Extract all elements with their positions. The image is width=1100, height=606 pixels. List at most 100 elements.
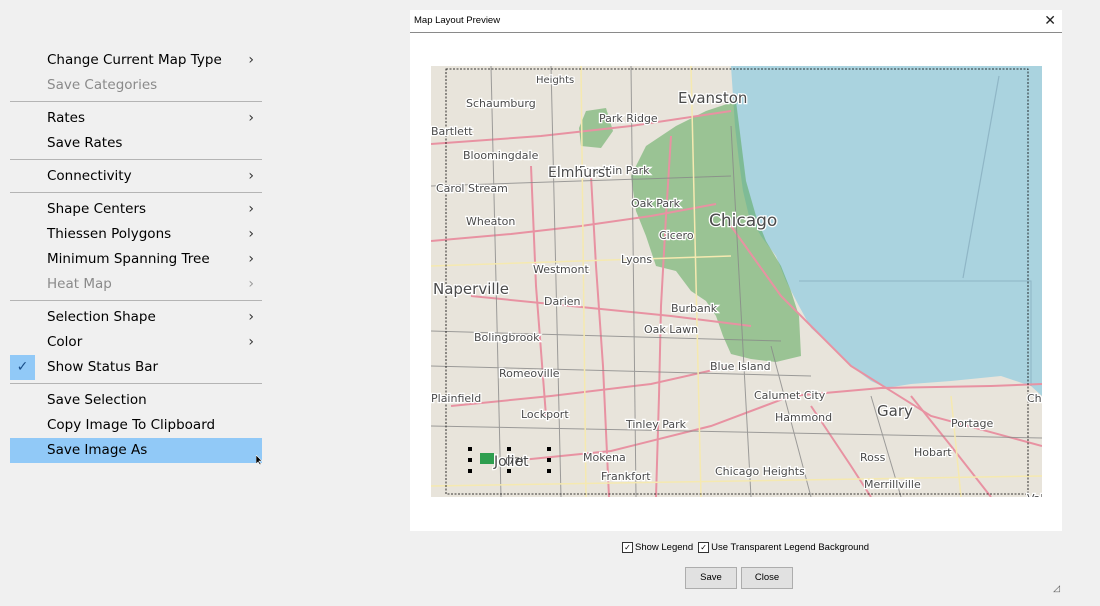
- transparent-legend-option[interactable]: ✓ Use Transparent Legend Background: [698, 541, 870, 553]
- map-place-label: Portage: [951, 417, 994, 430]
- menu-item-label: Change Current Map Type: [47, 52, 222, 68]
- map-place-label: Bolingbrook: [474, 331, 540, 344]
- show-legend-option[interactable]: ✓ Show Legend: [622, 541, 694, 553]
- legend-count: (77): [505, 457, 523, 467]
- map-place-label: Merrillville: [864, 478, 921, 491]
- map-place-label: Gary: [877, 402, 913, 420]
- map-place-label: Carol Stream: [436, 182, 508, 195]
- close-button[interactable]: Close: [741, 567, 793, 589]
- menu-item-save-image-as[interactable]: Save Image As: [10, 438, 262, 463]
- context-menu: Change Current Map Type › Save Categorie…: [10, 48, 262, 463]
- transparent-legend-label: Use Transparent Legend Background: [711, 541, 870, 553]
- map-place-label: Lockport: [521, 408, 569, 421]
- map-place-label: Blue Island: [710, 360, 771, 373]
- menu-item-heat-map: Heat Map ›: [10, 272, 262, 297]
- menu-item-thiessen-polygons[interactable]: Thiessen Polygons ›: [10, 222, 262, 247]
- map-place-label: Chicago Heights: [715, 465, 805, 478]
- basemap: Heights Evanston Schaumburg Park Ridge Bartl…: [431, 66, 1042, 497]
- menu-item-show-status-bar[interactable]: ✓ Show Status Bar: [10, 355, 262, 380]
- menu-item-minimum-spanning-tree[interactable]: Minimum Spanning Tree ›: [10, 247, 262, 272]
- menu-separator: [10, 192, 262, 193]
- map-place-label: Calumet City: [754, 389, 826, 402]
- menu-item-label: Color: [47, 334, 83, 350]
- map-place-label: Naperville: [433, 280, 509, 298]
- menu-item-label: Connectivity: [47, 168, 132, 184]
- map-place-label: Wheaton: [466, 215, 515, 228]
- menu-item-rates[interactable]: Rates ›: [10, 106, 262, 131]
- menu-item-label: Show Status Bar: [47, 359, 159, 375]
- menu-item-copy-image[interactable]: Copy Image To Clipboard: [10, 413, 262, 438]
- menu-item-save-selection[interactable]: Save Selection: [10, 388, 262, 413]
- menu-item-label: Heat Map: [47, 276, 112, 292]
- menu-separator: [10, 300, 262, 301]
- menu-item-change-map-type[interactable]: Change Current Map Type ›: [10, 48, 262, 73]
- submenu-arrow-icon: ›: [248, 251, 254, 267]
- map-place-label: Tinley Park: [625, 418, 687, 431]
- show-legend-checkbox[interactable]: ✓: [622, 541, 633, 553]
- mouse-cursor-icon: [256, 455, 262, 465]
- map-place-label: Hammond: [775, 411, 832, 424]
- map-place-label: Plainfield: [431, 392, 481, 405]
- map-place-label: Bartlett: [431, 125, 473, 138]
- map-place-label: Chesterton: [1027, 392, 1042, 405]
- dialog-title: Map Layout Preview: [414, 15, 501, 26]
- map-place-label: Heights: [536, 75, 574, 86]
- submenu-arrow-icon: ›: [248, 168, 254, 184]
- menu-item-shape-centers[interactable]: Shape Centers ›: [10, 197, 262, 222]
- submenu-arrow-icon: ›: [248, 276, 254, 292]
- map-place-label: Cicero: [659, 229, 694, 242]
- map-place-label: Evanston: [678, 89, 747, 107]
- map-place-label: Elmhurst: [548, 165, 611, 181]
- menu-item-label: Save Categories: [47, 77, 158, 93]
- menu-separator: [10, 101, 262, 102]
- map-layout-preview-dialog: Map Layout Preview ✕ Heights Evanston Sc…: [410, 10, 1062, 598]
- map-place-label: Ross: [860, 451, 886, 464]
- menu-item-label: Save Image As: [47, 442, 148, 458]
- submenu-arrow-icon: ›: [248, 226, 254, 242]
- map-place-label: Oak Park: [631, 197, 681, 210]
- menu-item-label: Save Rates: [47, 135, 123, 151]
- map-place-label: Park Ridge: [599, 112, 658, 125]
- show-legend-label: Show Legend: [635, 541, 694, 553]
- menu-item-connectivity[interactable]: Connectivity ›: [10, 164, 262, 189]
- map-place-label: Westmont: [533, 263, 589, 276]
- save-button[interactable]: Save: [685, 567, 737, 589]
- map-canvas[interactable]: Heights Evanston Schaumburg Park Ridge Bartl…: [431, 66, 1042, 497]
- menu-item-label: Thiessen Polygons: [47, 226, 172, 242]
- preview-area: Heights Evanston Schaumburg Park Ridge Bartl…: [410, 33, 1062, 531]
- submenu-arrow-icon: ›: [248, 201, 254, 217]
- submenu-arrow-icon: ›: [248, 110, 254, 126]
- menu-separator: [10, 383, 262, 384]
- legend-options: ✓ Show Legend ✓ Use Transparent Legend B…: [622, 540, 874, 554]
- menu-item-selection-shape[interactable]: Selection Shape ›: [10, 305, 262, 330]
- menu-item-label: Selection Shape: [47, 309, 156, 325]
- menu-item-label: Shape Centers: [47, 201, 147, 217]
- map-place-label: Schaumburg: [466, 97, 536, 110]
- map-place-label: Frankfort: [601, 470, 651, 483]
- submenu-arrow-icon: ›: [248, 52, 254, 68]
- submenu-arrow-icon: ›: [248, 309, 254, 325]
- transparent-legend-checkbox[interactable]: ✓: [698, 541, 710, 553]
- map-place-label: Burbank: [671, 302, 718, 315]
- map-place-label: Bloomingdale: [463, 149, 539, 162]
- dialog-titlebar[interactable]: Map Layout Preview ✕: [410, 10, 1062, 33]
- menu-item-label: Rates: [47, 110, 85, 126]
- menu-separator: [10, 159, 262, 160]
- menu-item-label: Save Selection: [47, 392, 147, 408]
- map-place-label: Mokena: [583, 451, 626, 464]
- submenu-arrow-icon: ›: [248, 334, 254, 350]
- map-place-label: Romeoville: [499, 367, 560, 380]
- legend-swatch: [480, 453, 494, 464]
- close-icon[interactable]: ✕: [1044, 12, 1056, 28]
- map-place-label: Oak Lawn: [644, 323, 698, 336]
- map-place-label: Valparaiso: [1027, 492, 1042, 497]
- menu-item-label: Minimum Spanning Tree: [47, 251, 210, 267]
- checkmark-icon: ✓: [10, 355, 35, 380]
- menu-item-save-rates[interactable]: Save Rates: [10, 131, 262, 156]
- resize-grip-icon[interactable]: ◿: [1053, 583, 1060, 594]
- menu-item-save-categories: Save Categories: [10, 73, 262, 98]
- map-place-label: Darien: [544, 295, 581, 308]
- map-place-label: Chicago: [709, 211, 777, 231]
- menu-item-label: Copy Image To Clipboard: [47, 417, 216, 433]
- menu-item-color[interactable]: Color ›: [10, 330, 262, 355]
